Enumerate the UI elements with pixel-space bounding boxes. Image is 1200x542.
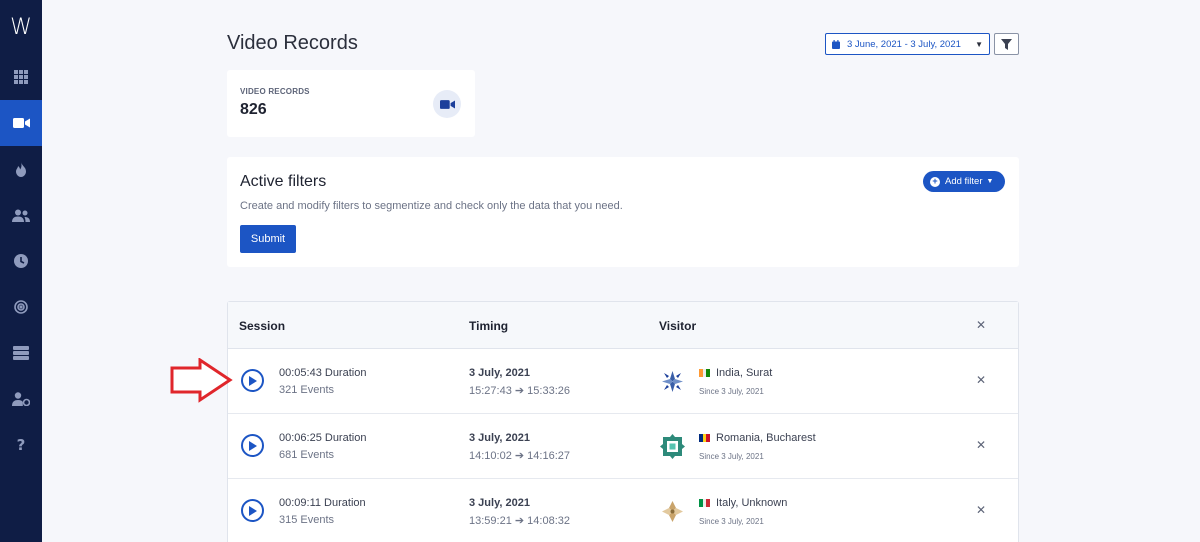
add-filter-label: Add filter — [945, 176, 983, 187]
table-row: 00:09:11 Duration 315 Events 3 July, 202… — [228, 479, 1018, 542]
target-icon — [14, 300, 28, 314]
user-settings-icon — [12, 392, 30, 406]
flag-icon — [699, 369, 711, 377]
timing-start: 14:10:02 — [469, 450, 512, 462]
sidebar-item-dashboard[interactable] — [0, 54, 42, 100]
timing-date: 3 July, 2021 — [469, 497, 530, 509]
session-duration: 00:06:25 Duration — [279, 432, 367, 444]
session-duration: 00:09:11 Duration — [279, 497, 366, 509]
flag-icon — [699, 434, 711, 442]
stat-label: VIDEO RECORDS — [240, 87, 310, 96]
close-icon[interactable]: ✕ — [976, 503, 986, 517]
timing-range: 15:27:43 ➔ 15:33:26 — [469, 385, 570, 397]
chevron-down-icon: ▼ — [975, 39, 983, 49]
visitor-avatar-icon — [660, 369, 685, 394]
date-range-picker[interactable]: 3 June, 2021 - 3 July, 2021 ▼ — [825, 33, 990, 55]
session-events: 321 Events — [279, 384, 335, 396]
sidebar-item-history[interactable] — [0, 238, 42, 284]
filter-button[interactable] — [994, 33, 1019, 55]
visitor-since: Since 3 July, 2021 — [699, 517, 764, 526]
grid-icon — [14, 70, 28, 84]
active-filters-panel: Active filters Create and modify filters… — [227, 157, 1019, 267]
users-icon — [12, 209, 30, 222]
page-title: Video Records — [227, 32, 358, 54]
video-records-stat-card: VIDEO RECORDS 826 — [227, 70, 475, 137]
server-icon — [13, 346, 29, 360]
play-icon — [249, 505, 257, 516]
play-button[interactable] — [241, 369, 264, 392]
table-row: 00:05:43 Duration 321 Events 3 July, 202… — [228, 349, 1018, 414]
main-content: Video Records 3 June, 2021 - 3 July, 202… — [42, 0, 1200, 542]
column-visitor[interactable]: Visitor — [659, 319, 696, 333]
video-icon — [12, 118, 30, 128]
play-button[interactable] — [241, 499, 264, 522]
sidebar-item-video-records[interactable] — [0, 100, 42, 146]
funnel-icon — [1001, 38, 1012, 50]
fire-icon — [16, 161, 26, 177]
date-range-label: 3 June, 2021 - 3 July, 2021 — [847, 38, 961, 50]
timing-end: 14:16:27 — [527, 450, 570, 462]
calendar-icon — [832, 39, 840, 49]
close-icon[interactable]: ✕ — [976, 373, 986, 387]
session-events: 315 Events — [279, 514, 335, 526]
close-icon[interactable]: ✕ — [976, 318, 986, 332]
chevron-down-icon: ▼ — [986, 178, 994, 185]
close-icon[interactable]: ✕ — [976, 438, 986, 452]
plus-icon: + — [930, 176, 940, 187]
stat-value: 826 — [240, 101, 267, 118]
timing-range: 14:10:02 ➔ 14:16:27 — [469, 450, 570, 462]
column-session[interactable]: Session — [239, 319, 285, 333]
timing-date: 3 July, 2021 — [469, 432, 530, 444]
visitor-avatar-icon — [660, 434, 685, 459]
sidebar-item-data[interactable] — [0, 330, 42, 376]
play-icon — [249, 375, 257, 386]
clock-icon — [14, 254, 28, 268]
visitor-location: Romania, Bucharest — [716, 432, 816, 444]
sidebar-item-goals[interactable] — [0, 284, 42, 330]
visitor-location: Italy, Unknown — [716, 497, 788, 509]
sidebar-item-heatmaps[interactable] — [0, 146, 42, 192]
flag-icon — [699, 499, 711, 507]
column-timing[interactable]: Timing — [469, 319, 508, 333]
filters-title: Active filters — [240, 173, 327, 190]
sessions-table: Session Timing Visitor ✕ 00:05:43 Durati… — [227, 301, 1019, 542]
add-filter-button[interactable]: + Add filter ▼ — [923, 171, 1005, 192]
timing-end: 15:33:26 — [527, 385, 570, 397]
timing-start: 13:59:21 — [469, 515, 512, 527]
visitor-since: Since 3 July, 2021 — [699, 452, 764, 461]
sidebar: W ? — [0, 0, 42, 542]
session-duration: 00:05:43 Duration — [279, 367, 367, 379]
submit-button[interactable]: Submit — [240, 225, 296, 253]
sidebar-item-help[interactable]: ? — [0, 422, 42, 468]
help-icon: ? — [16, 436, 26, 454]
filters-description: Create and modify filters to segmentize … — [240, 200, 623, 212]
app-logo[interactable]: W — [0, 0, 42, 54]
sidebar-item-visitors[interactable] — [0, 192, 42, 238]
table-row: 00:06:25 Duration 681 Events 3 July, 202… — [228, 414, 1018, 479]
table-header: Session Timing Visitor ✕ — [228, 302, 1018, 349]
session-events: 681 Events — [279, 449, 335, 461]
visitor-avatar-icon — [660, 499, 685, 524]
timing-start: 15:27:43 — [469, 385, 512, 397]
video-icon — [433, 90, 461, 118]
timing-end: 14:08:32 — [527, 515, 570, 527]
play-button[interactable] — [241, 434, 264, 457]
timing-date: 3 July, 2021 — [469, 367, 530, 379]
timing-range: 13:59:21 ➔ 14:08:32 — [469, 515, 570, 527]
visitor-location: India, Surat — [716, 367, 773, 379]
annotation-arrow-icon — [170, 358, 233, 403]
sidebar-item-account[interactable] — [0, 376, 42, 422]
visitor-since: Since 3 July, 2021 — [699, 387, 764, 396]
play-icon — [249, 440, 257, 451]
